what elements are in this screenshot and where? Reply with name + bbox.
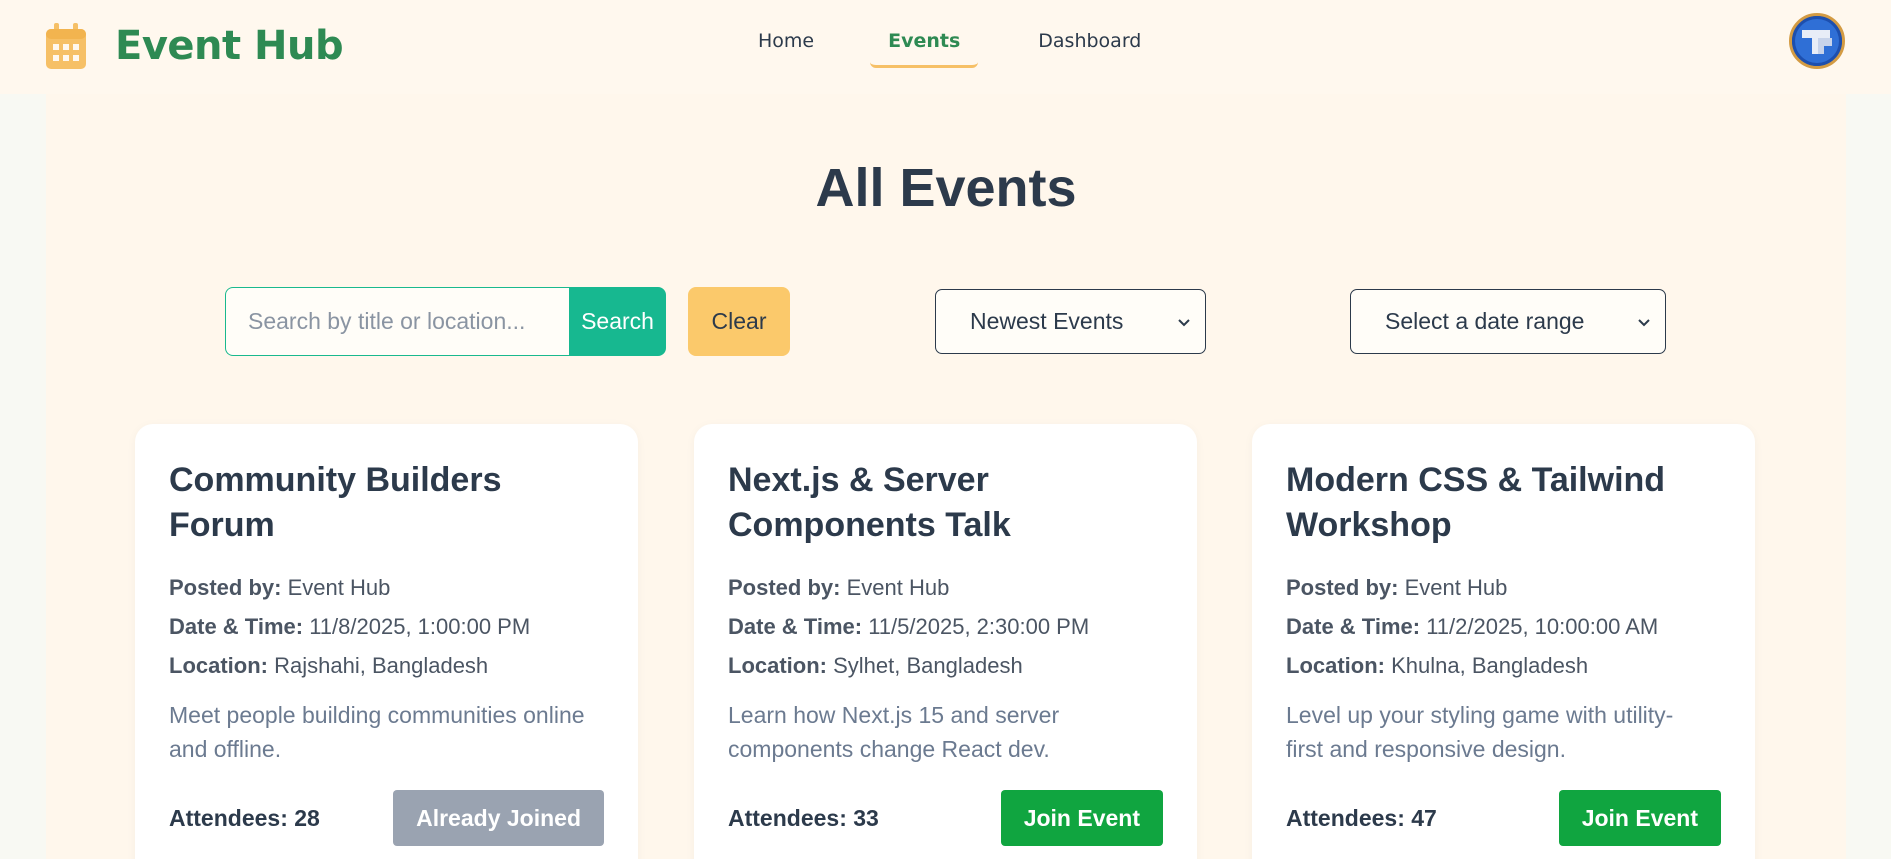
event-description: Learn how Next.js 15 and server componen… <box>728 702 1060 762</box>
event-location: Location: Khulna, Bangladesh <box>1286 653 1589 678</box>
nav-home[interactable]: Home <box>740 18 832 68</box>
avatar-image <box>1792 16 1842 66</box>
search-button[interactable]: Search <box>569 287 666 356</box>
event-title: Modern CSS & Tailwind Workshop <box>1286 461 1666 544</box>
event-title: Next.js & Server Components Talk <box>728 461 1011 544</box>
event-attendees: Attendees: 47 <box>1286 804 1437 831</box>
event-datetime: Date & Time: 11/8/2025, 1:00:00 PM <box>169 614 531 639</box>
event-description: Level up your styling game with utility-… <box>1286 702 1674 762</box>
event-posted-by: Posted by: Event Hub <box>169 575 391 600</box>
event-attendees: Attendees: 33 <box>728 804 879 831</box>
date-range-select[interactable]: Select a date range <box>1350 289 1666 354</box>
event-datetime: Date & Time: 11/5/2025, 2:30:00 PM <box>728 614 1090 639</box>
event-footer: Attendees: 28 Already Joined <box>169 790 604 846</box>
event-footer: Attendees: 47 Join Event <box>1286 790 1721 846</box>
chevron-down-icon <box>1178 318 1190 326</box>
user-avatar[interactable] <box>1789 13 1845 69</box>
already-joined-button[interactable]: Already Joined <box>393 790 604 846</box>
event-datetime: Date & Time: 11/2/2025, 10:00:00 AM <box>1286 614 1659 639</box>
brand[interactable]: Event Hub <box>44 18 344 74</box>
event-posted-by: Posted by: Event Hub <box>728 575 950 600</box>
event-location: Location: Sylhet, Bangladesh <box>728 653 1023 678</box>
calendar-icon <box>46 23 86 69</box>
event-description: Meet people building communities online … <box>169 702 585 762</box>
search-bar: Search <box>225 287 666 356</box>
nav-events[interactable]: Events <box>870 18 979 68</box>
event-card: Modern CSS & Tailwind Workshop Posted by… <box>1252 424 1755 859</box>
clear-button[interactable]: Clear <box>688 287 790 356</box>
event-footer: Attendees: 33 Join Event <box>728 790 1163 846</box>
chevron-down-icon <box>1638 318 1650 326</box>
join-event-button[interactable]: Join Event <box>1558 790 1721 846</box>
top-navbar: Event Hub Home Events Dashboard <box>0 0 1891 94</box>
sort-select[interactable]: Newest Events <box>935 289 1206 354</box>
join-event-button[interactable]: Join Event <box>1000 790 1163 846</box>
event-card: Community Builders Forum Posted by: Even… <box>135 424 638 859</box>
event-card: Next.js & Server Components Talk Posted … <box>694 424 1197 859</box>
brand-name: Event Hub <box>115 23 344 69</box>
event-title: Community Builders Forum <box>169 461 502 544</box>
date-range-select-value: Select a date range <box>1385 308 1585 334</box>
event-meta: Posted by: Event Hub Date & Time: 11/2/2… <box>1286 568 1721 685</box>
event-location: Location: Rajshahi, Bangladesh <box>169 653 489 678</box>
event-attendees: Attendees: 28 <box>169 804 320 831</box>
event-meta: Posted by: Event Hub Date & Time: 11/8/2… <box>169 568 604 685</box>
event-posted-by: Posted by: Event Hub <box>1286 575 1508 600</box>
search-input[interactable] <box>225 287 569 356</box>
events-page: All Events Search Clear Newest Events Se… <box>46 94 1846 859</box>
main-nav: Home Events Dashboard <box>740 18 1159 70</box>
nav-dashboard[interactable]: Dashboard <box>1020 18 1159 68</box>
event-meta: Posted by: Event Hub Date & Time: 11/5/2… <box>728 568 1163 685</box>
page-title: All Events <box>815 158 1077 218</box>
sort-select-value: Newest Events <box>970 308 1124 334</box>
